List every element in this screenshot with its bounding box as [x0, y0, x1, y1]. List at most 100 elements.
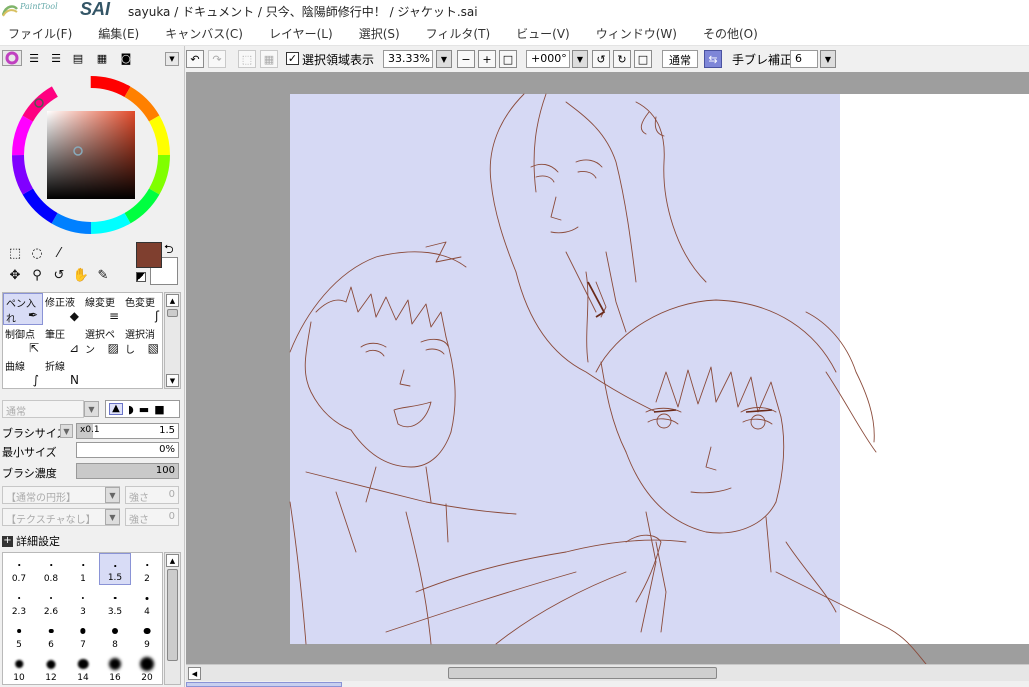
swatch-tab[interactable]: ▦: [92, 50, 112, 66]
size-multiplier-dropdown[interactable]: ▼: [60, 424, 73, 438]
menu-filter[interactable]: フィルタ(T): [424, 23, 492, 44]
move-icon[interactable]: ✥: [6, 266, 24, 284]
edge-square-icon[interactable]: ■: [154, 403, 164, 416]
deselect-button[interactable]: ⬚: [238, 50, 256, 68]
canvas-area[interactable]: [186, 72, 1029, 664]
brush-size-cell[interactable]: 14: [67, 652, 99, 684]
brush-size-cell[interactable]: 9: [131, 619, 162, 651]
brush-size-cell[interactable]: 6: [35, 619, 67, 651]
tool-correction[interactable]: 修正液 ◆: [43, 293, 83, 325]
color-wheel[interactable]: [8, 72, 174, 238]
tool-curve[interactable]: 曲線 ∫: [3, 357, 43, 389]
show-selection-checkbox[interactable]: ✓: [286, 52, 299, 65]
menu-edit[interactable]: 編集(E): [96, 23, 141, 44]
eyedropper-icon[interactable]: ✎: [94, 266, 112, 284]
tool-select-pen[interactable]: 選択ペン ▨: [83, 325, 123, 357]
transparent-color-icon[interactable]: [136, 272, 146, 282]
menu-view[interactable]: ビュー(V): [514, 23, 572, 44]
brush-edge-selector[interactable]: ▲ ◗ ▬ ■: [105, 400, 180, 418]
tool-control-point[interactable]: 制御点 ⇱: [3, 325, 43, 357]
brush-size-cell[interactable]: 0.7: [3, 553, 35, 585]
scroll-up-icon[interactable]: ▲: [166, 554, 179, 567]
zoom-reset-button[interactable]: □: [499, 50, 517, 68]
brush-size-cell[interactable]: 2: [131, 553, 162, 585]
swap-colors-icon[interactable]: ⮌: [164, 240, 174, 261]
canvas-horizontal-scrollbar[interactable]: ◀: [186, 664, 1029, 681]
scroll-thumb[interactable]: [167, 309, 178, 317]
edge-hard-icon[interactable]: ▲: [109, 403, 123, 415]
scroll-up-icon[interactable]: ▲: [166, 294, 179, 307]
edge-soft1-icon[interactable]: ◗: [128, 403, 134, 416]
hand-icon[interactable]: ✋: [72, 266, 90, 284]
rotate-reset-button[interactable]: □: [634, 50, 652, 68]
rotate-ccw-button[interactable]: ↺: [592, 50, 610, 68]
zoom-icon[interactable]: ⚲: [28, 266, 46, 284]
brush-size-cell[interactable]: 7: [67, 619, 99, 651]
density-slider[interactable]: 100: [76, 463, 179, 479]
size-grid-scrollbar[interactable]: ▲: [164, 552, 181, 685]
brush-size-cell[interactable]: 3.5: [99, 586, 131, 618]
tool-line-edit[interactable]: 線変更 ≡: [83, 293, 123, 325]
document-tab[interactable]: [186, 682, 342, 687]
magic-wand-icon[interactable]: ⁄: [50, 244, 68, 262]
mixer-tab[interactable]: ▤: [68, 50, 88, 66]
detail-settings-toggle[interactable]: + 詳細設定: [2, 533, 60, 549]
rotate-cw-button[interactable]: ↻: [613, 50, 631, 68]
zoom-in-button[interactable]: +: [478, 50, 496, 68]
brush-size-cell[interactable]: 3: [67, 586, 99, 618]
menu-other[interactable]: その他(O): [701, 23, 760, 44]
zoom-dropdown-arrow[interactable]: ▼: [436, 50, 452, 68]
brush-size-cell[interactable]: 2.6: [35, 586, 67, 618]
tool-select-erase[interactable]: 選択消し ▧: [123, 325, 163, 357]
density-value: 100: [155, 465, 175, 476]
zoom-dropdown[interactable]: 33.33%: [383, 50, 433, 68]
invert-select-button[interactable]: ▦: [260, 50, 278, 68]
panel-menu-button[interactable]: ▼: [165, 52, 179, 66]
zoom-out-button[interactable]: −: [457, 50, 475, 68]
brush-size-cell[interactable]: 4: [131, 586, 162, 618]
menu-window[interactable]: ウィンドウ(W): [594, 23, 679, 44]
rotation-dropdown-arrow[interactable]: ▼: [572, 50, 588, 68]
undo-button[interactable]: ↶: [186, 50, 204, 68]
brush-size-cell[interactable]: 8: [99, 619, 131, 651]
scratchpad-tab[interactable]: ◙: [116, 50, 136, 66]
tool-pressure[interactable]: 筆圧 ⊿: [43, 325, 83, 357]
menu-file[interactable]: ファイル(F): [6, 23, 74, 44]
stabilizer-dropdown[interactable]: 6: [790, 50, 818, 68]
menu-layer[interactable]: レイヤー(L): [267, 23, 335, 44]
menu-canvas[interactable]: キャンバス(C): [163, 23, 245, 44]
color-wheel-tab[interactable]: [2, 50, 22, 66]
brush-size-cell[interactable]: 2.3: [3, 586, 35, 618]
brush-size-cell[interactable]: 12: [35, 652, 67, 684]
brush-size-cell[interactable]: 20: [131, 652, 162, 684]
redo-button[interactable]: ↷: [208, 50, 226, 68]
min-size-slider[interactable]: 0%: [76, 442, 179, 458]
scroll-left-icon[interactable]: ◀: [188, 667, 201, 680]
brush-size-cell[interactable]: 5: [3, 619, 35, 651]
rect-select-icon[interactable]: ⬚: [6, 244, 24, 262]
rotate-icon[interactable]: ↺: [50, 266, 68, 284]
lasso-icon[interactable]: ◌: [28, 244, 46, 262]
tool-pen[interactable]: ペン入れ ✒: [3, 293, 43, 325]
flip-view-button[interactable]: ⇆: [704, 50, 722, 68]
hsv-slider-tab[interactable]: ☰: [46, 50, 66, 66]
tool-color-change[interactable]: 色変更 ʃ: [123, 293, 163, 325]
menu-select[interactable]: 選択(S): [357, 23, 402, 44]
hscroll-thumb[interactable]: [448, 667, 717, 679]
brush-size-cell[interactable]: 16: [99, 652, 131, 684]
rgb-slider-tab[interactable]: ☰: [24, 50, 44, 66]
brush-size-cell[interactable]: 10: [3, 652, 35, 684]
foreground-color[interactable]: [136, 242, 162, 268]
stabilizer-dropdown-arrow[interactable]: ▼: [820, 50, 836, 68]
tool-polyline[interactable]: 折線 N: [43, 357, 83, 389]
view-blend-dropdown[interactable]: 通常: [662, 50, 698, 68]
brush-size-cell[interactable]: 1.5: [99, 553, 131, 585]
brush-size-cell[interactable]: 0.8: [35, 553, 67, 585]
brush-size-slider[interactable]: x0.1 1.5: [76, 423, 179, 439]
scroll-down-icon[interactable]: ▼: [166, 374, 179, 387]
brush-size-cell[interactable]: 1: [67, 553, 99, 585]
brush-tool-scrollbar[interactable]: ▲ ▼: [164, 292, 181, 389]
scroll-thumb[interactable]: [167, 569, 178, 661]
edge-soft2-icon[interactable]: ▬: [139, 403, 149, 416]
rotation-dropdown[interactable]: +000°: [526, 50, 570, 68]
